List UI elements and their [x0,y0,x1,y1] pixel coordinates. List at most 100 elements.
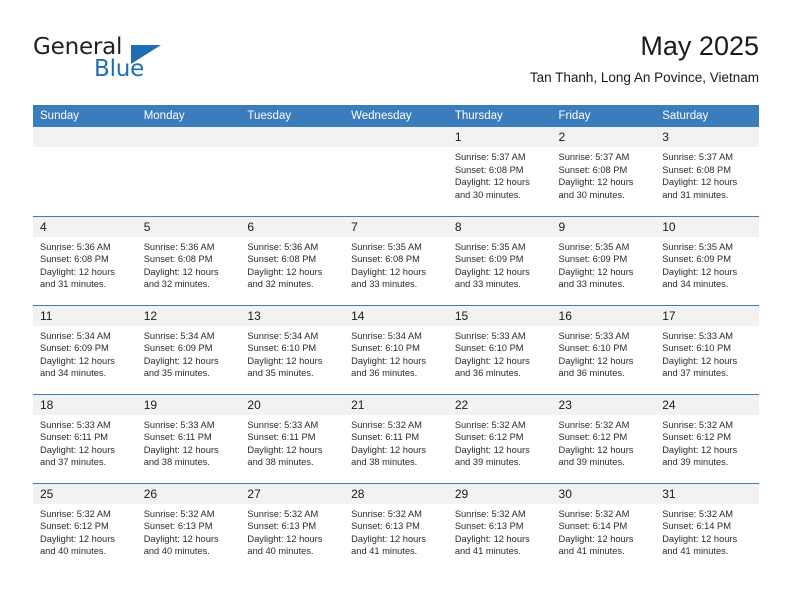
general-blue-logo[interactable]: General Blue [33,34,233,90]
day-details: Sunrise: 5:32 AM Sunset: 6:12 PM Daylight:… [655,415,759,469]
day-details: Sunrise: 5:33 AM Sunset: 6:10 PM Daylight:… [448,326,552,380]
daylight-text-line1: Daylight: 12 hours [662,444,738,455]
daylight-text-line2: and 37 minutes. [40,457,107,468]
sunset-text: Sunset: 6:14 PM [558,521,628,532]
calendar-day-cell[interactable]: 26 Sunrise: 5:32 AM Sunset: 6:13 PM Dayligh… [136,482,241,572]
calendar-day-cell[interactable]: 1 Sunrise: 5:37 AM Sunset: 6:08 PM Daylight… [447,127,552,216]
calendar-day-cell[interactable]: 31 Sunrise: 5:32 AM Sunset: 6:14 PM Dayligh… [655,482,759,572]
calendar-day-cell[interactable]: 27 Sunrise: 5:32 AM Sunset: 6:13 PM Dayligh… [240,482,345,572]
day-number: 13 [240,305,345,326]
day-details: Sunrise: 5:33 AM Sunset: 6:10 PM Daylight:… [552,326,656,380]
calendar-day-cell[interactable]: 24 Sunrise: 5:32 AM Sunset: 6:12 PM Dayligh… [655,393,759,483]
calendar-day-cell[interactable]: 3 Sunrise: 5:37 AM Sunset: 6:08 PM Daylight… [655,127,759,216]
calendar-day-cell[interactable]: 23 Sunrise: 5:32 AM Sunset: 6:12 PM Dayligh… [551,393,656,483]
daylight-text-line1: Daylight: 12 hours [143,444,219,455]
daylight-text-line2: and 39 minutes. [454,457,521,468]
sunset-text: Sunset: 6:09 PM [454,254,524,265]
calendar-week-row: 25 Sunrise: 5:32 AM Sunset: 6:12 PM Dayligh… [33,482,759,572]
daylight-text-line1: Daylight: 12 hours [247,355,323,366]
day-details: Sunrise: 5:35 AM Sunset: 6:08 PM Daylight:… [344,237,448,291]
day-number: 9 [551,216,656,237]
sunset-text: Sunset: 6:10 PM [351,343,420,354]
calendar-day-cell[interactable]: 22 Sunrise: 5:32 AM Sunset: 6:12 PM Dayligh… [447,393,552,483]
calendar-day-cell[interactable]: 19 Sunrise: 5:33 AM Sunset: 6:11 PM Dayligh… [136,393,241,483]
daylight-text-line2: and 37 minutes. [662,368,729,379]
daylight-text-line1: Daylight: 12 hours [454,355,530,366]
calendar-day-cell[interactable]: 6 Sunrise: 5:36 AM Sunset: 6:08 PM Daylight… [240,215,345,305]
daylight-text-line1: Daylight: 12 hours [558,533,634,544]
daylight-text-line1: Daylight: 12 hours [558,266,634,277]
day-number: 2 [551,127,656,147]
sunset-text: Sunset: 6:14 PM [662,521,731,532]
calendar-day-cell[interactable]: 12 Sunrise: 5:34 AM Sunset: 6:09 PM Dayligh… [136,304,241,394]
calendar-day-cell[interactable]: 2 Sunrise: 5:37 AM Sunset: 6:08 PM Daylight… [551,127,656,216]
calendar-day-cell[interactable]: 30 Sunrise: 5:32 AM Sunset: 6:14 PM Dayligh… [551,482,656,572]
daylight-text-line2: and 41 minutes. [558,546,625,557]
daylight-text-line2: and 38 minutes. [351,457,418,468]
sunset-text: Sunset: 6:08 PM [40,254,109,265]
calendar-day-cell[interactable]: 9 Sunrise: 5:35 AM Sunset: 6:09 PM Daylight… [551,215,656,305]
sunset-text: Sunset: 6:13 PM [247,521,317,532]
day-details: Sunrise: 5:34 AM Sunset: 6:09 PM Daylight:… [33,326,137,380]
daylight-text-line2: and 40 minutes. [143,546,210,557]
day-details: Sunrise: 5:35 AM Sunset: 6:09 PM Daylight:… [448,237,552,291]
sunset-text: Sunset: 6:10 PM [558,343,628,354]
calendar-day-cell[interactable]: 15 Sunrise: 5:33 AM Sunset: 6:10 PM Dayligh… [447,304,552,394]
sunrise-text: Sunrise: 5:34 AM [143,330,215,341]
sunrise-text: Sunrise: 5:32 AM [454,419,526,430]
sunset-text: Sunset: 6:08 PM [143,254,213,265]
sunset-text: Sunset: 6:08 PM [351,254,420,265]
page-subtitle: Tan Thanh, Long An Povince, Vietnam [529,70,759,85]
calendar-day-cell[interactable]: 10 Sunrise: 5:35 AM Sunset: 6:09 PM Dayligh… [655,215,759,305]
daylight-text-line2: and 38 minutes. [143,457,210,468]
day-number: 16 [551,305,656,326]
calendar-day-cell[interactable]: 7 Sunrise: 5:35 AM Sunset: 6:08 PM Daylight… [344,215,448,305]
calendar-day-cell[interactable]: 28 Sunrise: 5:32 AM Sunset: 6:13 PM Dayligh… [344,482,448,572]
logo-text-blue: Blue [94,56,145,82]
day-details: Sunrise: 5:33 AM Sunset: 6:11 PM Daylight:… [137,415,241,469]
daylight-text-line2: and 33 minutes. [454,279,521,290]
sunset-text: Sunset: 6:13 PM [454,521,524,532]
day-number: 24 [655,394,759,415]
sunrise-text: Sunrise: 5:35 AM [662,241,734,252]
calendar-day-cell[interactable]: 17 Sunrise: 5:33 AM Sunset: 6:10 PM Dayligh… [655,304,759,394]
day-details: Sunrise: 5:32 AM Sunset: 6:14 PM Daylight:… [655,504,759,558]
daylight-text-line1: Daylight: 12 hours [143,355,219,366]
calendar-day-cell[interactable]: 8 Sunrise: 5:35 AM Sunset: 6:09 PM Daylight… [447,215,552,305]
daylight-text-line2: and 36 minutes. [351,368,418,379]
sunset-text: Sunset: 6:10 PM [454,343,524,354]
daylight-text-line1: Daylight: 12 hours [454,266,530,277]
calendar-day-cell[interactable]: 21 Sunrise: 5:32 AM Sunset: 6:11 PM Dayligh… [344,393,448,483]
daylight-text-line1: Daylight: 12 hours [143,533,219,544]
daylight-text-line2: and 31 minutes. [40,279,107,290]
day-details: Sunrise: 5:32 AM Sunset: 6:13 PM Daylight:… [137,504,241,558]
day-number: 23 [551,394,656,415]
calendar-day-cell[interactable]: 5 Sunrise: 5:36 AM Sunset: 6:08 PM Daylight… [136,215,241,305]
calendar-day-cell[interactable]: 4 Sunrise: 5:36 AM Sunset: 6:08 PM Daylight… [33,215,137,305]
calendar-day-cell[interactable]: 18 Sunrise: 5:33 AM Sunset: 6:11 PM Dayligh… [33,393,137,483]
calendar-day-cell[interactable]: 16 Sunrise: 5:33 AM Sunset: 6:10 PM Dayligh… [551,304,656,394]
calendar-day-cell[interactable]: 20 Sunrise: 5:33 AM Sunset: 6:11 PM Dayligh… [240,393,345,483]
sunrise-text: Sunrise: 5:32 AM [247,508,319,519]
day-number: 8 [447,216,552,237]
calendar-day-cell[interactable]: 13 Sunrise: 5:34 AM Sunset: 6:10 PM Dayligh… [240,304,345,394]
day-number: 18 [33,394,137,415]
daylight-text-line1: Daylight: 12 hours [351,533,427,544]
daylight-text-line1: Daylight: 12 hours [454,533,530,544]
sunrise-text: Sunrise: 5:36 AM [40,241,111,252]
daylight-text-line2: and 41 minutes. [662,546,729,557]
weekday-header-monday: Monday [136,105,241,127]
sunrise-text: Sunrise: 5:32 AM [558,419,630,430]
day-number: 10 [655,216,759,237]
calendar-day-cell[interactable]: 29 Sunrise: 5:32 AM Sunset: 6:13 PM Dayligh… [447,482,552,572]
sunrise-text: Sunrise: 5:34 AM [351,330,422,341]
page-header: General Blue May 2025 Tan Thanh, Long An… [33,30,759,98]
sunset-text: Sunset: 6:12 PM [662,432,731,443]
daylight-text-line2: and 34 minutes. [662,279,729,290]
sunrise-text: Sunrise: 5:32 AM [351,419,422,430]
calendar-day-cell[interactable]: 25 Sunrise: 5:32 AM Sunset: 6:12 PM Dayligh… [33,482,137,572]
calendar-day-cell[interactable]: 14 Sunrise: 5:34 AM Sunset: 6:10 PM Dayligh… [344,304,448,394]
sunrise-text: Sunrise: 5:32 AM [662,508,734,519]
sunrise-text: Sunrise: 5:32 AM [558,508,630,519]
calendar-day-cell[interactable]: 11 Sunrise: 5:34 AM Sunset: 6:09 PM Dayligh… [33,304,137,394]
